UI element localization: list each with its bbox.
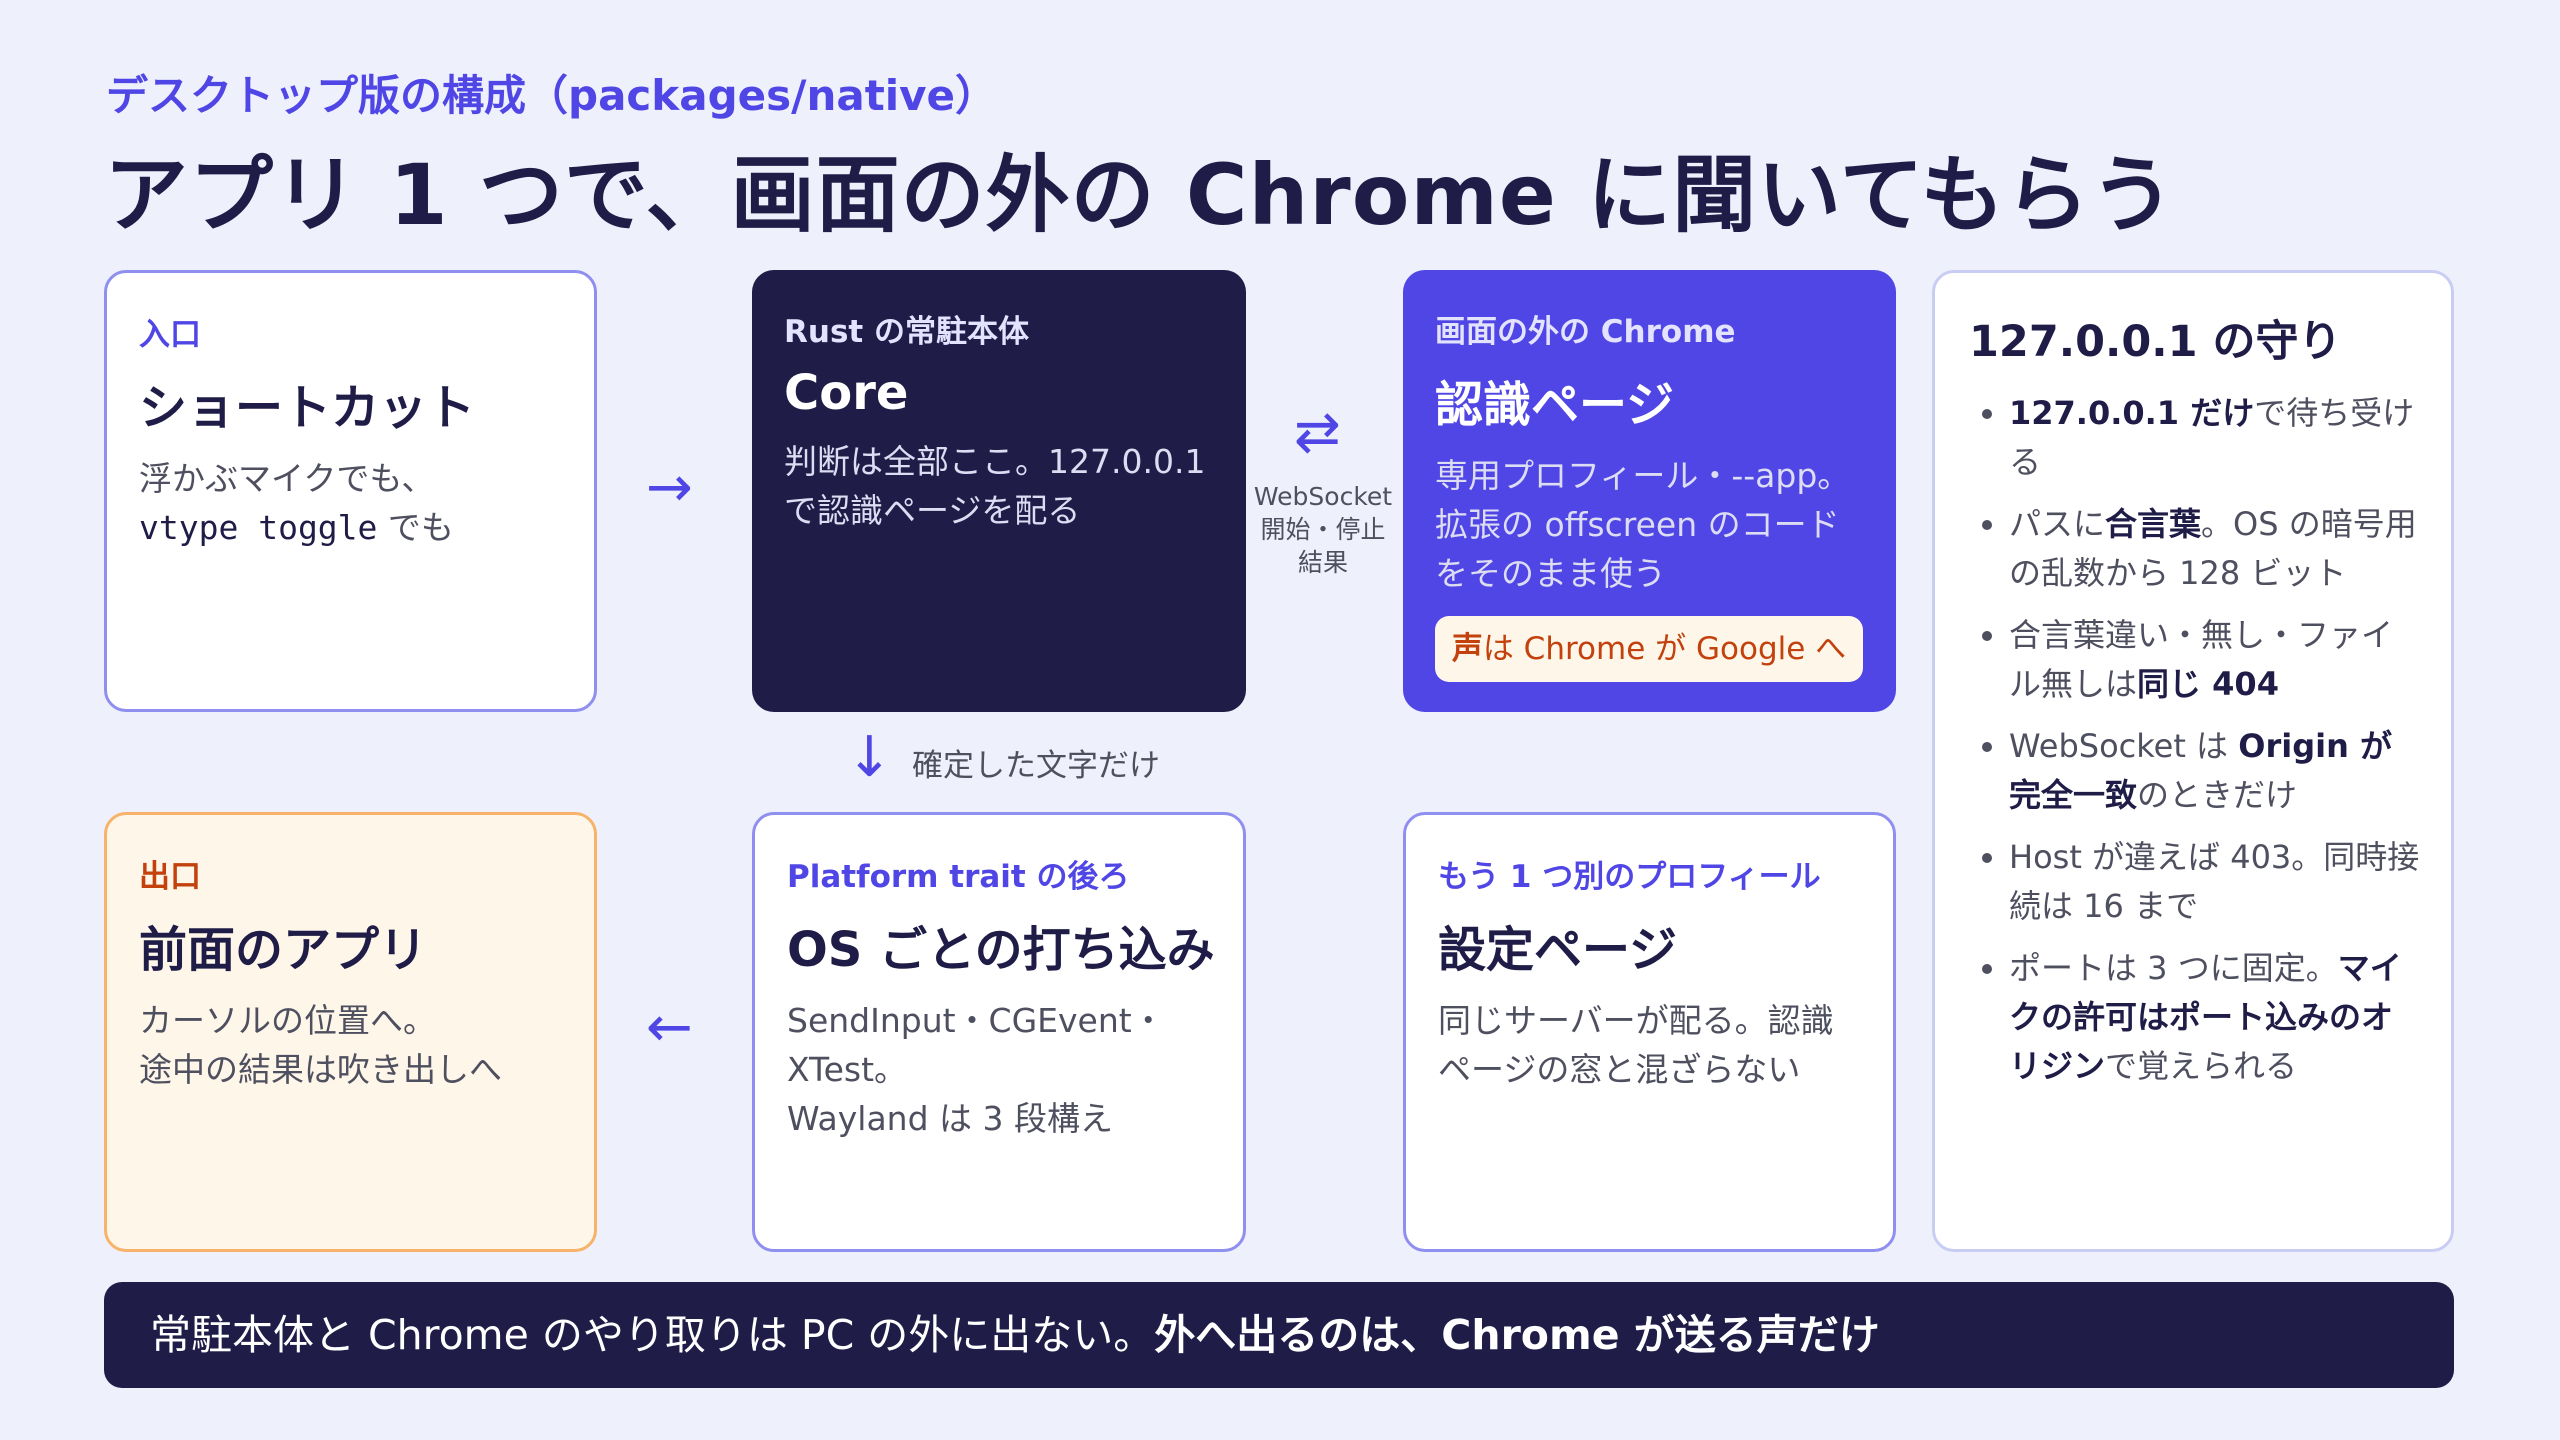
entry-heading: ショートカット <box>139 380 476 436</box>
guard-item: パスに合言葉。OS の暗号用の乱数から 128 ビット <box>2009 500 2421 598</box>
core-heading: Core <box>784 365 909 421</box>
settings-description: 同じサーバーが配る。認識ページの窓と混ざらない <box>1438 1001 1834 1089</box>
platform-box: Platform trait の後ろ OS ごとの打ち込み SendInput・… <box>752 812 1246 1252</box>
settings-kicker: もう 1 つ別のプロフィール <box>1438 859 1821 895</box>
platform-desc-line1: SendInput・CGEvent・XTest。 <box>787 1001 1165 1089</box>
core-kicker: Rust の常駐本体 <box>784 314 1030 350</box>
voice-note-bold: 声 <box>1451 631 1483 667</box>
entry-desc-line2: vtype toggle でも <box>139 503 564 552</box>
websocket-label-line2: 開始・停止 <box>1260 515 1386 544</box>
command-text: vtype toggle <box>139 508 378 547</box>
guard-item: 127.0.0.1 だけで待ち受ける <box>2009 389 2421 487</box>
websocket-label-line3: 結果 <box>1297 548 1348 577</box>
guard-item: WebSocket は Origin が完全一致のときだけ <box>2009 722 2421 820</box>
websocket-label: WebSocket 開始・停止 結果 <box>1248 480 1398 579</box>
footer-banner: 常駐本体と Chrome のやり取りは PC の外に出ない。外へ出るのは、Chr… <box>104 1282 2454 1388</box>
guard-item: ポートは 3 つに固定。マイクの許可はポート込みのオリジンで覚えられる <box>2009 944 2421 1091</box>
core-box: Rust の常駐本体 Core 判断は全部ここ。127.0.0.1 で認識ページ… <box>752 270 1246 712</box>
guard-list: 127.0.0.1 だけで待ち受ける パスに合言葉。OS の暗号用の乱数から 1… <box>1969 389 2421 1091</box>
confirmed-text-label: 確定した文字だけ <box>912 748 1160 784</box>
guard-item: 合言葉違い・無し・ファイル無しは同じ 404 <box>2009 611 2421 709</box>
settings-box: もう 1 つ別のプロフィール 設定ページ 同じサーバーが配る。認識ページの窓と混… <box>1403 812 1896 1252</box>
guard-item: Host が違えば 403。同時接続は 16 まで <box>2009 833 2421 931</box>
entry-description: 浮かぶマイクでも、 vtype toggle でも <box>139 454 564 552</box>
arrow-right-icon: → <box>646 455 693 520</box>
voice-note-text: は Chrome が Google へ <box>1482 631 1847 667</box>
entry-desc-line1: 浮かぶマイクでも、 <box>139 459 435 498</box>
exit-box: 出口 前面のアプリ カーソルの位置へ。 途中の結果は吹き出しへ <box>104 812 597 1252</box>
entry-kicker: 入口 <box>139 317 201 353</box>
platform-desc-line2: Wayland は 3 段構え <box>787 1099 1113 1138</box>
exit-desc-line2: 途中の結果は吹き出しへ <box>139 1050 502 1089</box>
bidirectional-arrow-icon: ⇄ <box>1294 400 1341 465</box>
exit-desc-line1: カーソルの位置へ。 <box>139 1001 436 1040</box>
entry-box: 入口 ショートカット 浮かぶマイクでも、 vtype toggle でも <box>104 270 597 712</box>
exit-heading: 前面のアプリ <box>139 922 428 978</box>
websocket-label-line1: WebSocket <box>1253 482 1393 511</box>
platform-kicker: Platform trait の後ろ <box>787 859 1130 895</box>
localhost-guard-panel: 127.0.0.1 の守り 127.0.0.1 だけで待ち受ける パスに合言葉。… <box>1932 270 2454 1252</box>
arrow-down-icon: ↓ <box>846 725 893 790</box>
footer-bold-text: 外へ出るのは、Chrome が送る声だけ <box>1154 1311 1880 1359</box>
guard-title: 127.0.0.1 の守り <box>1969 317 2342 367</box>
recognition-description: 専用プロフィール・--app。拡張の offscreen のコードをそのまま使う <box>1435 456 1851 593</box>
exit-kicker: 出口 <box>139 859 201 895</box>
settings-heading: 設定ページ <box>1438 922 1678 978</box>
platform-heading: OS ごとの打ち込み <box>787 922 1215 978</box>
exit-description: カーソルの位置へ。 途中の結果は吹き出しへ <box>139 996 564 1094</box>
recognition-kicker: 画面の外の Chrome <box>1435 314 1736 350</box>
entry-desc-suffix: でも <box>377 508 454 547</box>
arrow-left-icon: ← <box>646 995 693 1060</box>
core-description: 判断は全部ここ。127.0.0.1 で認識ページを配る <box>784 442 1206 530</box>
recognition-heading: 認識ページ <box>1435 377 1675 433</box>
footer-plain-text: 常駐本体と Chrome のやり取りは PC の外に出ない。 <box>150 1311 1155 1359</box>
eyebrow: デスクトップ版の構成（packages/native） <box>106 71 998 120</box>
platform-description: SendInput・CGEvent・XTest。 Wayland は 3 段構え <box>787 996 1213 1143</box>
voice-note-pill: 声は Chrome が Google へ <box>1435 616 1863 682</box>
page-title: アプリ 1 つで、画面の外の Chrome に聞いてもらう <box>104 146 2176 244</box>
